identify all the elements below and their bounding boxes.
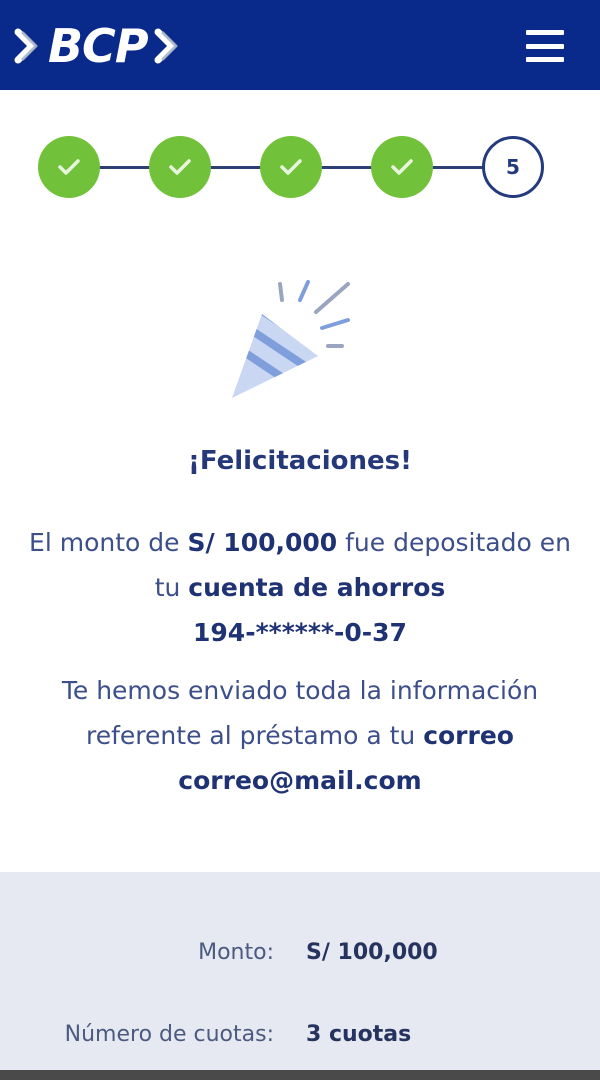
congratulations-title: ¡Felicitaciones! — [188, 446, 412, 476]
step-3-completed — [260, 136, 322, 198]
app-header: BCP — [0, 0, 600, 90]
check-icon — [280, 159, 302, 175]
bottom-edge-bar — [0, 1070, 600, 1080]
email-address: correo@mail.com — [178, 766, 422, 795]
logo-chevron-right-icon — [154, 28, 178, 64]
logo-text: BCP — [48, 19, 149, 73]
deposit-message: El monto de S/ 100,000 fue depositado en… — [20, 520, 580, 655]
loan-summary-panel: Monto: S/ 100,000 Número de cuotas: 3 cu… — [0, 872, 600, 1080]
step-4-completed — [371, 136, 433, 198]
menu-bar — [526, 30, 564, 35]
account-number: 194-******-0-37 — [193, 618, 407, 647]
summary-value: S/ 100,000 — [306, 940, 438, 965]
logo-chevron-left-icon — [14, 28, 38, 64]
deposit-amount: S/ 100,000 — [187, 528, 338, 557]
check-icon — [391, 159, 413, 175]
summary-label: Número de cuotas: — [64, 1022, 274, 1047]
email-label: correo — [423, 721, 514, 750]
summary-row-amount: Monto: S/ 100,000 — [0, 940, 600, 980]
hamburger-menu-icon[interactable] — [526, 30, 564, 62]
summary-row-installments: Número de cuotas: 3 cuotas — [0, 1022, 600, 1062]
check-icon — [58, 159, 80, 175]
account-type: cuenta de ahorros — [188, 573, 446, 602]
step-2-completed — [149, 136, 211, 198]
check-icon — [169, 159, 191, 175]
menu-bar — [526, 57, 564, 62]
bcp-logo[interactable]: BCP — [14, 18, 182, 74]
menu-bar — [526, 43, 564, 49]
step-1-completed — [38, 136, 100, 198]
deposit-text-1: El monto de — [29, 528, 188, 557]
step-5-current: 5 — [482, 136, 544, 198]
summary-label: Monto: — [198, 940, 274, 965]
progress-stepper: 5 — [0, 136, 600, 198]
summary-value: 3 cuotas — [306, 1022, 412, 1047]
email-message: Te hemos enviado toda la información ref… — [20, 668, 580, 803]
party-popper-icon — [232, 280, 350, 398]
